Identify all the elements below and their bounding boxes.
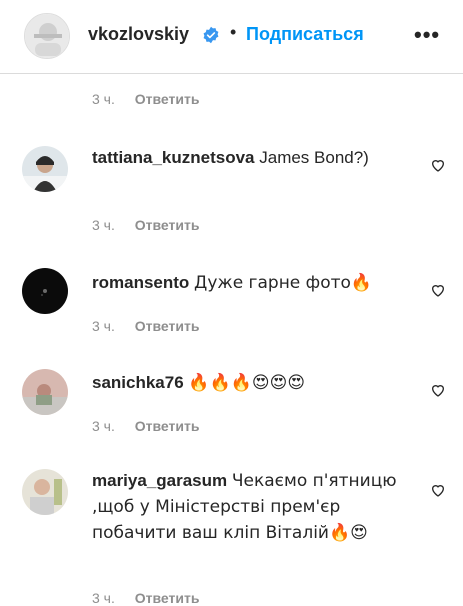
comment-text: Дуже гарне фото🔥 [194, 273, 373, 293]
reply-button[interactable]: Ответить [135, 590, 200, 606]
follow-button[interactable]: Подписаться [246, 24, 364, 45]
profile-username[interactable]: vkozlovskiy [88, 24, 189, 45]
comment-time: 3 ч. [92, 418, 115, 434]
comment-body: tattiana_kuznetsova James Bond?) [92, 145, 412, 171]
reply-button[interactable]: Ответить [135, 217, 200, 233]
comment-meta: 3 ч. Ответить [92, 318, 199, 334]
profile-avatar[interactable] [24, 13, 70, 59]
comment-time: 3 ч. [92, 217, 115, 233]
comment-meta: 3 ч. Ответить [92, 418, 199, 434]
comment-meta: 3 ч. Ответить [92, 590, 199, 606]
more-options-icon[interactable]: ••• [414, 22, 440, 48]
comment-username[interactable]: sanichka76 [92, 373, 184, 392]
post-header: vkozlovskiy • Подписаться ••• [0, 0, 463, 74]
comment-meta: 3 ч. Ответить [92, 217, 199, 233]
heart-outline-icon[interactable] [430, 282, 446, 298]
reply-button[interactable]: Ответить [135, 91, 200, 107]
comment-avatar[interactable] [22, 469, 68, 515]
reply-button[interactable]: Ответить [135, 418, 200, 434]
comment-time: 3 ч. [92, 91, 115, 107]
comment-avatar[interactable] [22, 146, 68, 192]
comment-username[interactable]: tattiana_kuznetsova [92, 148, 255, 167]
comment-meta: 3 ч. Ответить [92, 91, 199, 107]
separator-dot: • [230, 22, 237, 42]
heart-outline-icon[interactable] [430, 382, 446, 398]
comment-text: 🔥🔥🔥😍😍😍 [188, 373, 306, 393]
comment-username[interactable]: mariya_garasum [92, 471, 227, 490]
comment-username[interactable]: romansento [92, 273, 189, 292]
reply-button[interactable]: Ответить [135, 318, 200, 334]
verified-badge-icon [202, 26, 220, 44]
heart-outline-icon[interactable] [430, 482, 446, 498]
heart-outline-icon[interactable] [430, 157, 446, 173]
comment-avatar[interactable] [22, 268, 68, 314]
comment-avatar[interactable] [22, 369, 68, 415]
comment-time: 3 ч. [92, 590, 115, 606]
comment-text: James Bond?) [259, 148, 369, 167]
comment-time: 3 ч. [92, 318, 115, 334]
comment-body: sanichka76 🔥🔥🔥😍😍😍 [92, 370, 412, 396]
comment-body: mariya_garasum Чекаємо п'ятницю ,щоб у М… [92, 468, 412, 546]
comment-body: romansento Дуже гарне фото🔥 [92, 270, 412, 296]
